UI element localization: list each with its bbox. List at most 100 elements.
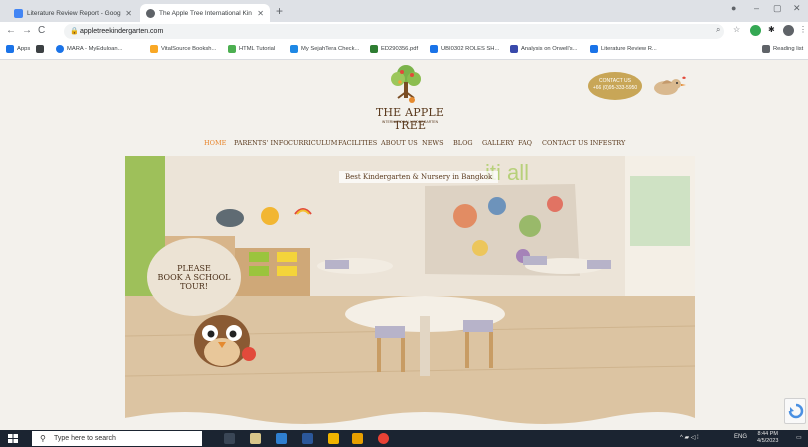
tab-title: The Apple Tree International Kin [159, 9, 252, 17]
bookmark-blank[interactable] [36, 45, 47, 53]
maximize-button[interactable]: ▢ [773, 3, 782, 14]
browser-tab-strip: Literature Review Report - Googl ✕ The A… [0, 0, 808, 22]
bookmark-ed290356[interactable]: ED290356.pdf [370, 45, 418, 53]
reload-icon[interactable]: C [38, 25, 45, 36]
tour-line-2: BOOK A SCHOOL TOUR! [157, 272, 231, 291]
lock-icon: 🔒 [70, 28, 79, 35]
bookmark-label: Literature Review R... [601, 46, 657, 52]
apps-grid-icon [6, 45, 14, 53]
bookmark-reading-list[interactable]: Reading list [762, 45, 803, 53]
close-window-button[interactable]: ✕ [793, 3, 801, 14]
bookmark-html-tutorial[interactable]: HTML Tutorial [228, 45, 275, 53]
bookmark-label: ED290356.pdf [381, 46, 419, 52]
windows-taskbar: ⚲ Type here to search ^ ▰ ◁ ⁞ ENG 8:44 P… [0, 430, 808, 447]
search-icon: ⚲ [40, 434, 46, 443]
grammarly-extension-icon[interactable] [750, 25, 761, 36]
bookmark-label: My SejahTera Check... [301, 46, 360, 52]
webpage-viewport: THE APPLE TREE INTERNATIONAL KINDERGARTE… [0, 60, 808, 430]
nav-parents-info[interactable]: PARENTS' INFO [234, 139, 289, 147]
logo-subtitle: INTERNATIONAL KINDERGARTEN [381, 120, 439, 124]
bird-illustration-icon [654, 76, 686, 95]
clock-time: 8:44 PM [757, 431, 778, 437]
bookmark-favicon-icon [370, 45, 378, 53]
taskbar-clock[interactable]: 8:44 PM 4/5/2023 [757, 431, 778, 445]
site-favicon-icon [146, 8, 155, 18]
notifications-icon[interactable]: ▭ [796, 434, 802, 441]
nav-faq[interactable]: FAQ [518, 139, 532, 147]
bookmark-label: Reading list [773, 46, 804, 52]
bookmark-orwell[interactable]: Analysis on Orwell's... [510, 45, 578, 53]
recaptcha-badge-icon[interactable] [784, 398, 806, 424]
bookmark-ubi0302[interactable]: UBI0302 ROLES SH... [430, 45, 499, 53]
bookmarks-bar: Apps MARA - MyEduloan... VitalSource Boo… [0, 42, 808, 60]
minimize-button[interactable]: – [754, 3, 759, 13]
nav-facilities[interactable]: FACILITIES [338, 139, 377, 147]
nav-contact-us[interactable]: CONTACT US [542, 139, 588, 147]
nav-home[interactable]: HOME [204, 139, 226, 147]
browser-toolbar: ← → C 🔒 appletreekindergarten.com ⌕ ☆ ✱ … [0, 22, 808, 42]
profile-avatar-icon[interactable] [783, 25, 794, 36]
sticky-notes-icon[interactable] [352, 433, 363, 444]
back-arrow-icon[interactable]: ← [6, 25, 16, 36]
bookmark-mysejahtera[interactable]: My SejahTera Check... [290, 45, 359, 53]
forward-arrow-icon[interactable]: → [22, 25, 32, 36]
taskbar-search-box[interactable]: ⚲ Type here to search [32, 431, 202, 446]
apple-tree-logo-icon[interactable] [388, 62, 424, 106]
logo-title[interactable]: THE APPLE TREE [360, 106, 460, 132]
nav-gallery[interactable]: GALLERY [482, 139, 514, 147]
contact-phone: +66 (0)95-333-5950 [592, 85, 638, 91]
nav-infestry[interactable]: INFESTRY [590, 139, 625, 147]
bookmark-literature-review[interactable]: Literature Review R... [590, 45, 657, 53]
bookmark-label: UBI0302 ROLES SH... [441, 46, 500, 52]
new-tab-button[interactable]: + [276, 4, 283, 18]
store-icon[interactable] [276, 433, 287, 444]
nav-about-us[interactable]: ABOUT US [381, 139, 418, 147]
nav-news[interactable]: NEWS [422, 139, 444, 147]
profile-icon[interactable]: ● [731, 3, 736, 13]
bookmark-star-icon[interactable]: ☆ [733, 25, 740, 34]
language-indicator[interactable]: ENG [734, 434, 747, 440]
bookmark-label: Apps [17, 46, 31, 52]
book-tour-bubble[interactable]: PLEASE BOOK A SCHOOL TOUR! [147, 238, 241, 316]
bookmark-favicon-icon [510, 45, 518, 53]
tab-title: Literature Review Report - Googl [27, 9, 122, 17]
nav-blog[interactable]: BLOG [453, 139, 473, 147]
contact-label: CONTACT US [598, 78, 632, 84]
contact-badge[interactable]: CONTACT US +66 (0)95-333-5950 [588, 72, 642, 100]
nav-curriculum[interactable]: CURRICULUM [288, 139, 337, 147]
bookmark-favicon-icon [150, 45, 158, 53]
hero-image: iti all Best Kindergarten & Nursery in B… [125, 156, 695, 430]
bookmark-label: HTML Tutorial [239, 46, 276, 52]
task-view-icon[interactable] [224, 433, 235, 444]
app-icon[interactable] [328, 433, 339, 444]
search-placeholder: Type here to search [54, 435, 116, 442]
bookmark-vitalsource[interactable]: VitalSource Booksh... [150, 45, 216, 53]
bookmark-apps[interactable]: Apps [6, 45, 30, 53]
bookmark-favicon-icon [290, 45, 298, 53]
windows-start-icon[interactable] [8, 434, 18, 443]
address-bar[interactable]: 🔒 appletreekindergarten.com [64, 24, 724, 39]
tab-apple-tree[interactable]: The Apple Tree International Kin ✕ [140, 4, 270, 22]
tray-icons[interactable]: ^ ▰ ◁ ⁞ [680, 434, 699, 441]
close-tab-icon[interactable]: ✕ [125, 9, 132, 18]
word-icon[interactable] [302, 433, 313, 444]
bookmark-favicon-icon [590, 45, 598, 53]
bookmark-favicon-icon [228, 45, 236, 53]
bookmark-mara[interactable]: MARA - MyEduloan... [56, 45, 122, 53]
bookmark-label: MARA - MyEduloan... [67, 46, 123, 52]
bookmark-favicon-icon [430, 45, 438, 53]
tab-literature-review[interactable]: Literature Review Report - Googl ✕ [8, 4, 138, 22]
clock-date: 4/5/2023 [757, 438, 779, 444]
bookmark-favicon-icon [36, 45, 44, 53]
file-explorer-icon[interactable] [250, 433, 261, 444]
zoom-icon[interactable]: ⌕ [716, 25, 720, 35]
bookmark-label: VitalSource Booksh... [161, 46, 217, 52]
chrome-icon[interactable] [378, 433, 389, 444]
tour-line-1: PLEASE [177, 263, 211, 273]
close-tab-icon[interactable]: ✕ [257, 9, 264, 18]
menu-dots-icon[interactable]: ⋮ [799, 25, 807, 34]
bookmark-favicon-icon [56, 45, 64, 53]
reading-list-icon [762, 45, 770, 53]
extensions-puzzle-icon[interactable]: ✱ [768, 25, 775, 34]
google-docs-icon [14, 8, 23, 18]
